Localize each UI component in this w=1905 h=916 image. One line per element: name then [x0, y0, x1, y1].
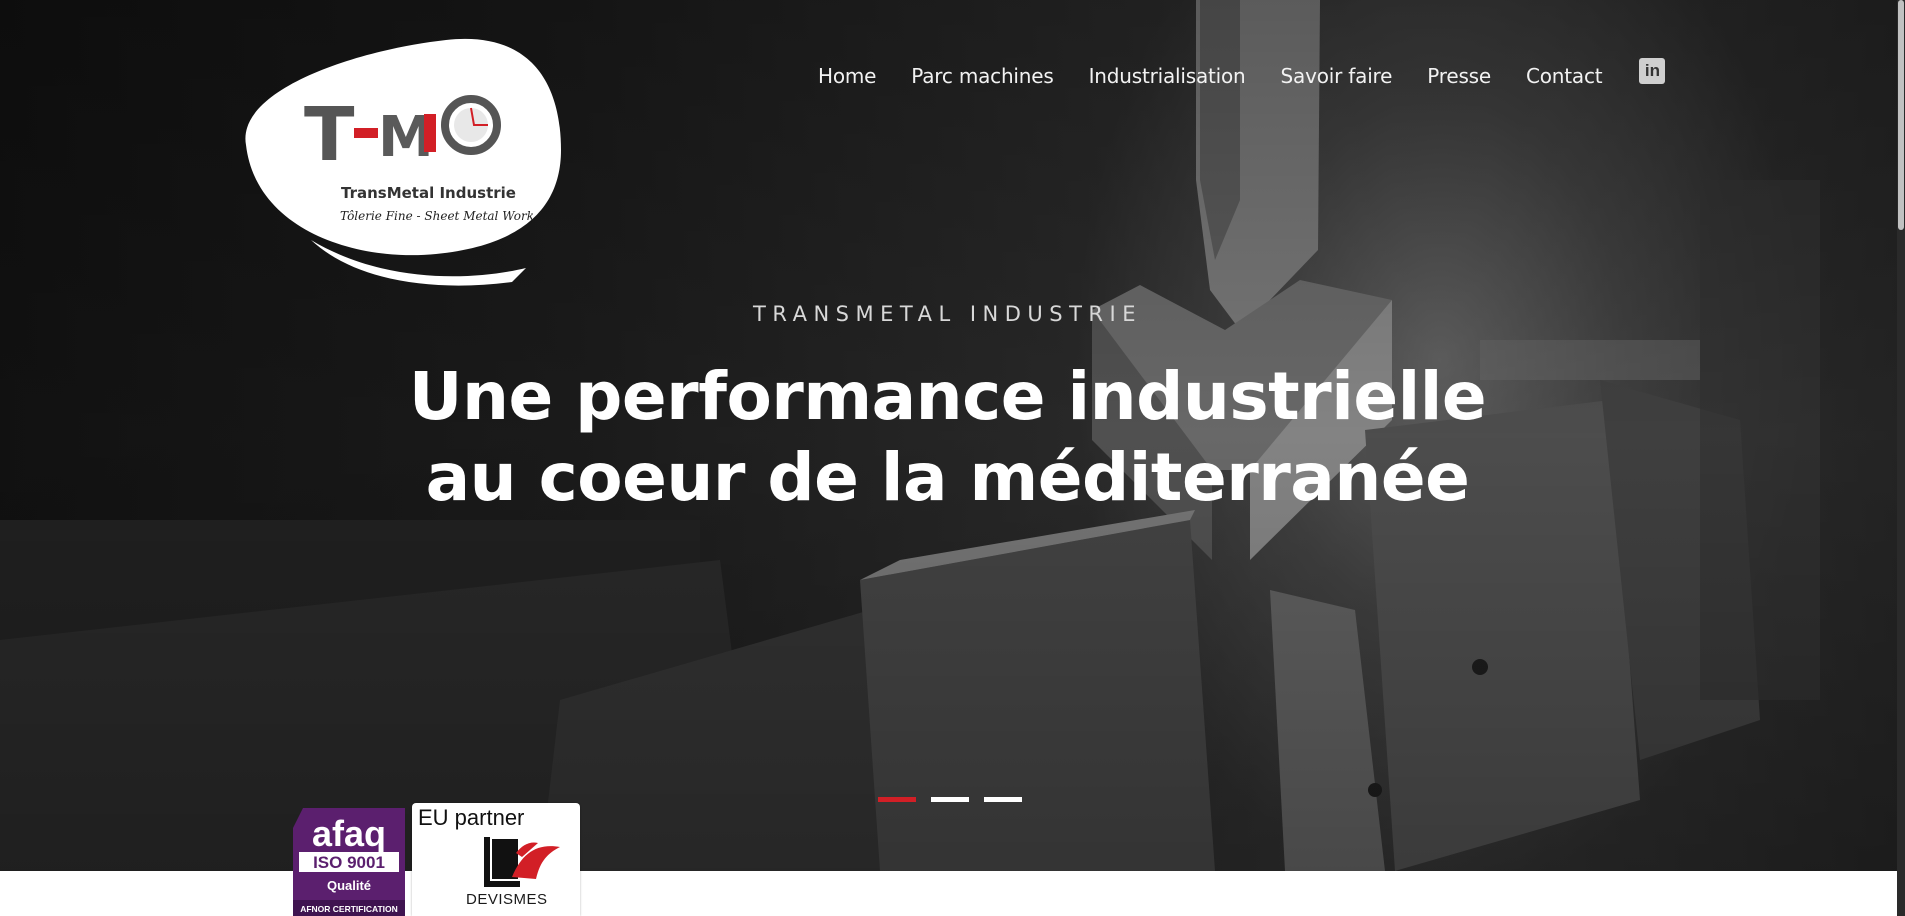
- afaq-issuer: AFNOR CERTIFICATION: [300, 904, 398, 914]
- scrollbar-thumb[interactable]: [1898, 0, 1904, 230]
- eu-partner-company: DEVISMES: [466, 891, 548, 908]
- afaq-iso-9001-badge: afaq ISO 9001 Qualité AFNOR CERTIFICATIO…: [293, 808, 405, 916]
- hero-kicker: TRANSMETAL INDUSTRIE: [753, 302, 1142, 326]
- logo-tagline: Tôlerie Fine - Sheet Metal Work: [340, 209, 534, 223]
- hero-headline-line-2: au coeur de la méditerranée: [425, 439, 1470, 516]
- slide-dot-1[interactable]: [878, 797, 916, 802]
- linkedin-icon[interactable]: in: [1639, 58, 1666, 84]
- eu-partner-title: EU partner: [418, 805, 525, 830]
- nav-savoir-faire[interactable]: Savoir faire: [1281, 64, 1393, 88]
- eu-partner-badge: EU partner DEVISMES: [412, 803, 580, 916]
- main-navigation: Home Parc machines Industrialisation Sav…: [818, 56, 1666, 96]
- nav-home[interactable]: Home: [818, 64, 876, 88]
- afaq-brand: afaq: [312, 813, 386, 854]
- slide-dot-2[interactable]: [931, 797, 969, 802]
- nav-presse[interactable]: Presse: [1427, 64, 1491, 88]
- nav-contact[interactable]: Contact: [1526, 64, 1603, 88]
- devismes-logo-icon: [484, 837, 560, 887]
- tmio-logo[interactable]: T M TransMetal Industrie Tôlerie Fine - …: [236, 30, 570, 286]
- nav-parc-machines[interactable]: Parc machines: [911, 64, 1054, 88]
- afaq-standard: ISO 9001: [313, 853, 385, 872]
- hero-headline: Une performance industrielle au coeur de…: [0, 356, 1895, 518]
- svg-text:T: T: [304, 92, 355, 178]
- afaq-grade: Qualité: [327, 878, 371, 893]
- nav-industrialisation[interactable]: Industrialisation: [1089, 64, 1246, 88]
- slide-dot-3[interactable]: [984, 797, 1022, 802]
- hero-headline-line-1: Une performance industrielle: [408, 358, 1487, 435]
- page-scrollbar[interactable]: [1897, 0, 1905, 916]
- slider-pagination: [878, 797, 1037, 802]
- logo-company-name: TransMetal Industrie: [341, 184, 516, 202]
